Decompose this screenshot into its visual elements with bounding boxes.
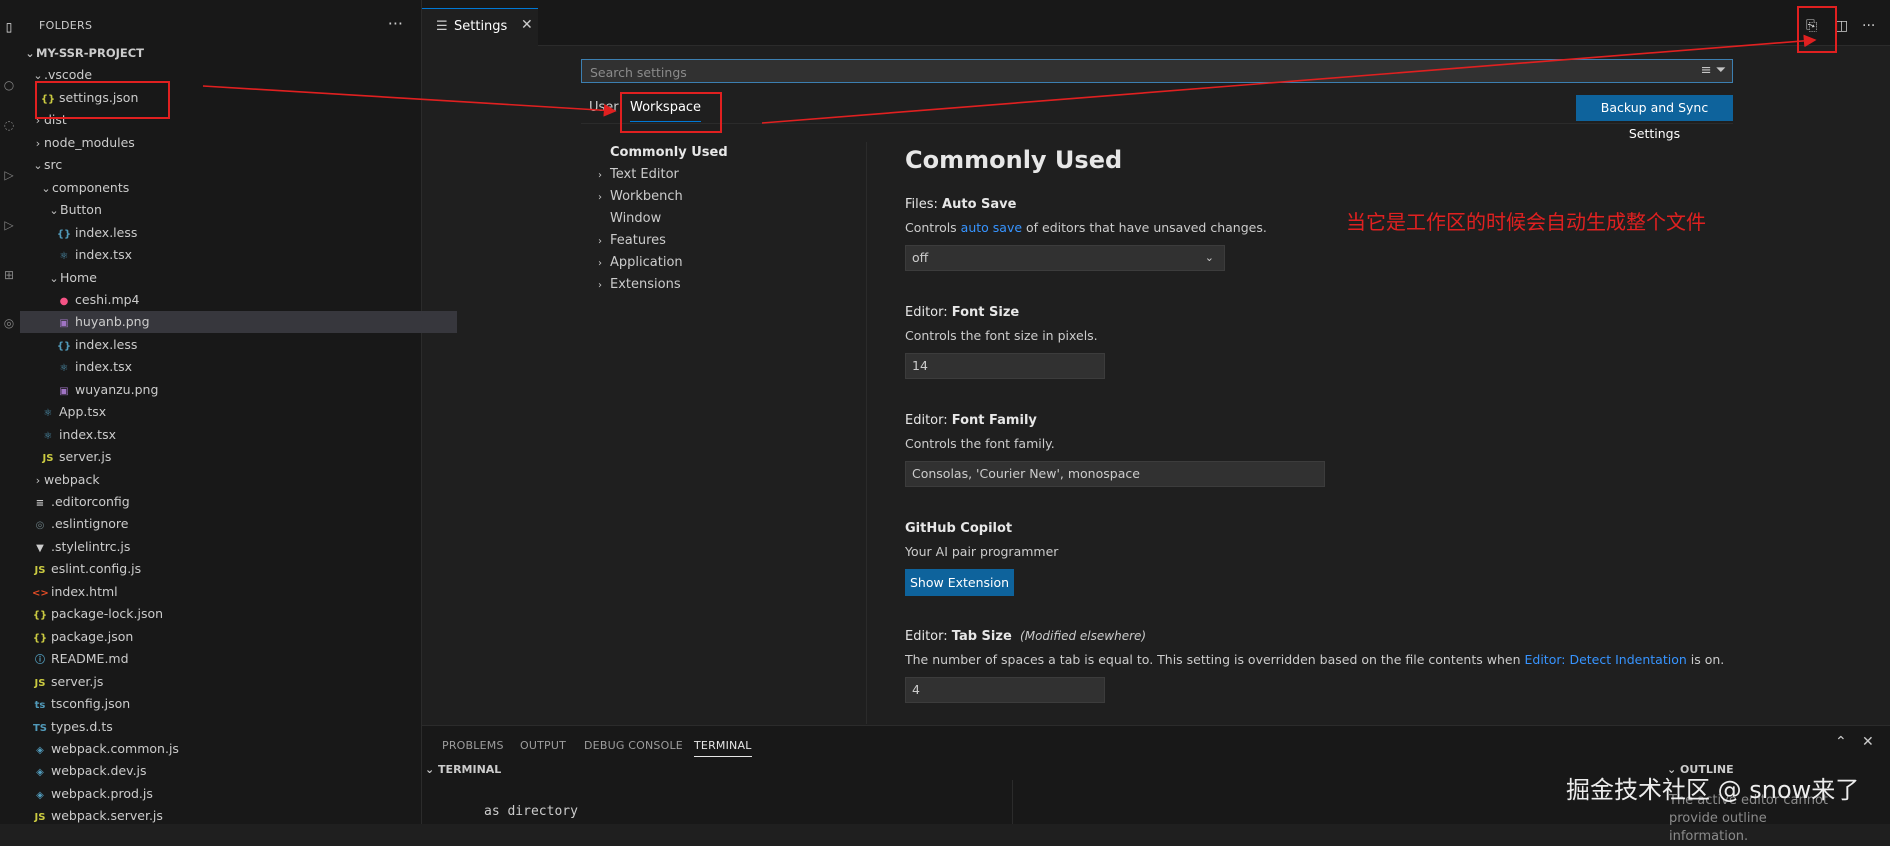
- arrow-to-open-json: [761, 34, 1817, 124]
- tab-terminal[interactable]: TERMINAL: [694, 739, 752, 757]
- close-panel-icon[interactable]: ✕: [1862, 734, 1874, 750]
- tab-debug-console[interactable]: DEBUG CONSOLE: [584, 739, 683, 752]
- tab-problems[interactable]: PROBLEMS: [442, 739, 504, 752]
- terminal-header-label: TERMINAL: [438, 763, 502, 776]
- annotation-arrows: [202, 34, 1817, 124]
- watermark: 掘金技术社区 @ snow来了: [1566, 776, 1860, 804]
- terminal-output: as directory: [484, 804, 578, 819]
- terminal-split-divider: [1012, 780, 1013, 824]
- arrow-to-workspace: [202, 85, 617, 117]
- terminal-header[interactable]: ⌄ TERMINAL: [425, 763, 501, 776]
- tab-output[interactable]: OUTPUT: [520, 739, 566, 752]
- maximize-panel-icon[interactable]: ⌃: [1835, 734, 1847, 750]
- annotation-text: 当它是工作区的时候会自动生成整个文件: [1346, 210, 1706, 234]
